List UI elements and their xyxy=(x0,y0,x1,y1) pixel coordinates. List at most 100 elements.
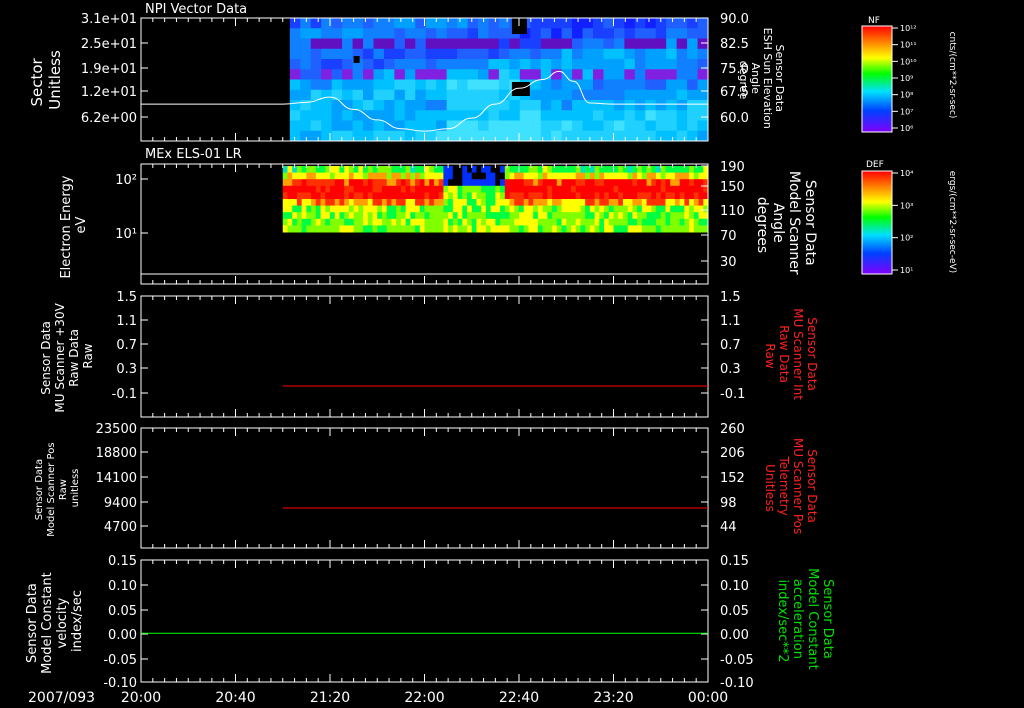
heatmap-cell xyxy=(481,172,487,180)
heatmap-cell xyxy=(637,212,643,220)
heatmap-cell xyxy=(481,192,487,200)
heatmap-cell xyxy=(310,18,322,29)
heatmap-cell xyxy=(589,218,596,226)
heatmap-cell xyxy=(391,179,397,187)
right-tick-label: 98 xyxy=(720,496,737,511)
heatmap-cell xyxy=(296,179,303,187)
heatmap-cell xyxy=(655,38,667,50)
heatmap-cell xyxy=(627,218,633,226)
heatmap-cell xyxy=(670,225,676,233)
heatmap-cell xyxy=(404,89,416,101)
heatmap-cell xyxy=(599,212,605,220)
heatmap-cell xyxy=(540,59,552,70)
heatmap-cell xyxy=(651,172,657,180)
heatmap-cell xyxy=(519,205,525,213)
heatmap-cell xyxy=(561,110,573,121)
heatmap-cell xyxy=(599,179,605,187)
heatmap-cell xyxy=(656,205,662,213)
heatmap-cell xyxy=(646,212,652,220)
heatmap-cell xyxy=(519,48,531,60)
heatmap-cell xyxy=(504,212,511,220)
heatmap-cell xyxy=(462,199,468,207)
heatmap-cell xyxy=(593,100,604,111)
heatmap-cell xyxy=(373,79,385,91)
heatmap-cell xyxy=(674,185,681,193)
heatmap-cell xyxy=(698,192,704,200)
heatmap-cell xyxy=(478,120,489,132)
heatmap-cell xyxy=(348,172,355,180)
heatmap-cell xyxy=(471,218,477,226)
heatmap-cell xyxy=(533,172,539,180)
heatmap-cell xyxy=(679,212,685,220)
heatmap-cell xyxy=(556,212,563,220)
heatmap-cell xyxy=(438,225,444,233)
heatmap-cell xyxy=(353,179,359,187)
heatmap-cell xyxy=(353,192,359,200)
heatmap-cell xyxy=(339,225,345,233)
heatmap-cell xyxy=(624,38,636,50)
heatmap-cell xyxy=(310,48,322,60)
heatmap-cell xyxy=(425,130,437,142)
colorbar-tick-label: 10⁴ xyxy=(900,169,913,178)
heatmap-cell xyxy=(433,172,440,180)
heatmap-cell xyxy=(552,205,558,213)
heatmap-cell xyxy=(478,38,489,50)
heatmap-cell xyxy=(618,212,624,220)
heatmap-cell xyxy=(415,172,421,180)
heatmap-cell xyxy=(467,79,479,91)
heatmap-cell xyxy=(679,218,685,226)
heatmap-cell xyxy=(342,110,354,121)
heatmap-cell xyxy=(687,79,699,91)
heatmap-cell xyxy=(697,100,709,111)
heatmap-cell xyxy=(665,212,671,220)
heatmap-cell xyxy=(566,166,572,174)
heatmap-cell xyxy=(344,179,350,187)
heatmap-cell xyxy=(405,172,411,180)
heatmap-cell xyxy=(424,205,430,213)
heatmap-cell xyxy=(618,192,624,200)
heatmap-cell xyxy=(306,225,312,233)
heatmap-cell xyxy=(415,69,427,80)
heatmap-cell xyxy=(289,18,301,29)
x-tick-label: 21:20 xyxy=(310,690,350,706)
heatmap-cell xyxy=(315,199,322,207)
heatmap-cell xyxy=(415,205,421,213)
heatmap-cell xyxy=(419,179,425,187)
heatmap-cell xyxy=(509,110,521,121)
heatmap-cell xyxy=(651,185,657,193)
heatmap-cell xyxy=(679,205,685,213)
heatmap-cell xyxy=(391,225,397,233)
heatmap-cell xyxy=(589,212,596,220)
heatmap-cell xyxy=(632,199,638,207)
heatmap-cell xyxy=(689,225,695,233)
heatmap-cell xyxy=(530,59,542,70)
heatmap-cell xyxy=(542,218,548,226)
heatmap-cell xyxy=(415,212,421,220)
heatmap-cell xyxy=(530,130,542,142)
heatmap-cell xyxy=(425,18,437,29)
right-tick-label: 60.0 xyxy=(720,111,749,126)
heatmap-cell xyxy=(405,205,411,213)
heatmap-cell xyxy=(519,172,525,180)
heatmap-cell xyxy=(348,205,355,213)
heatmap-cell xyxy=(674,179,681,187)
left-tick-label: 9400 xyxy=(104,496,137,511)
heatmap-cell xyxy=(315,192,322,200)
heatmap-cell xyxy=(377,205,383,213)
heatmap-cell xyxy=(485,185,492,193)
heatmap-cell xyxy=(537,218,544,226)
heatmap-cell xyxy=(325,199,331,207)
heatmap-cell xyxy=(320,192,326,200)
heatmap-cell xyxy=(618,172,624,180)
heatmap-cell xyxy=(624,110,636,121)
heatmap-cell xyxy=(504,185,511,193)
heatmap-cell xyxy=(509,199,515,207)
heatmap-cell xyxy=(391,212,397,220)
heatmap-cell xyxy=(353,205,359,213)
heatmap-cell xyxy=(514,199,520,207)
els-spectrogram xyxy=(282,166,709,233)
heatmap-cell xyxy=(457,18,469,29)
heatmap-cell xyxy=(457,89,469,101)
heatmap-cell xyxy=(438,172,444,180)
right-tick-label: 0.3 xyxy=(720,362,741,377)
